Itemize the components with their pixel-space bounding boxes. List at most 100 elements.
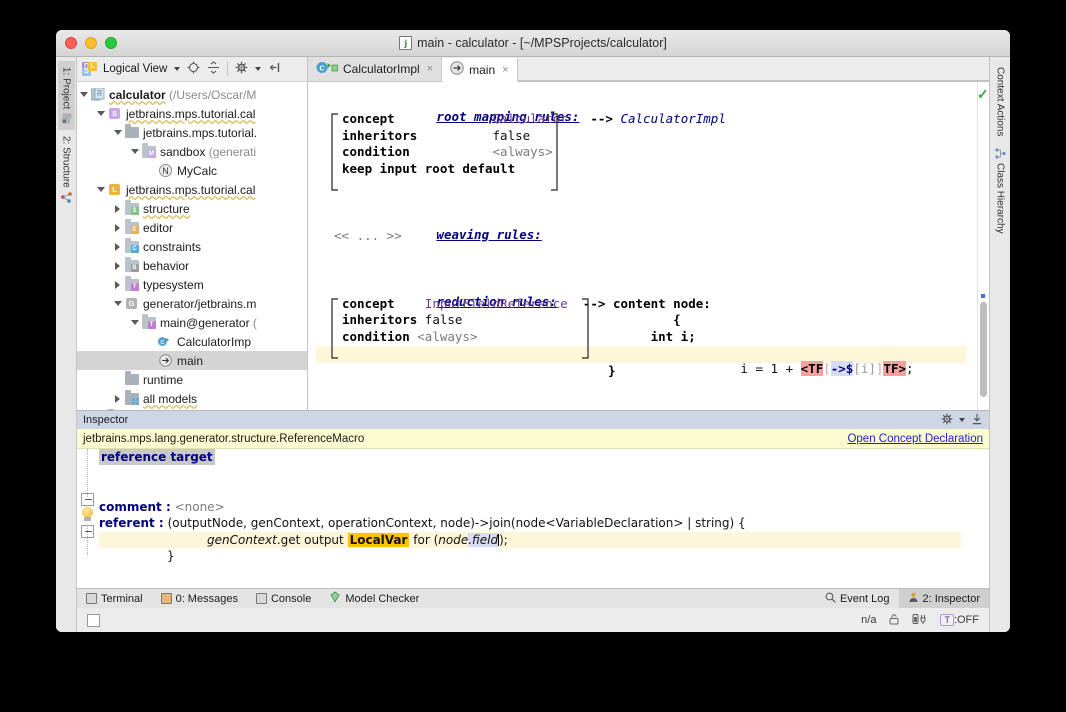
macro-reference[interactable]: ->$	[831, 361, 854, 376]
status-left-box[interactable]	[87, 614, 100, 627]
editor-canvas[interactable]: root mapping rules: concept Calculat	[308, 82, 989, 410]
comment-value[interactable]: <none>	[175, 500, 225, 514]
tab-close-icon[interactable]: ×	[502, 64, 508, 76]
chevron-right-icon[interactable]	[115, 224, 120, 232]
open-concept-declaration-link[interactable]: Open Concept Declaration	[847, 433, 983, 445]
hide-icon[interactable]	[268, 61, 281, 77]
editor-right-gutter[interactable]: ✓	[977, 82, 989, 410]
editor-text[interactable]: root mapping rules: concept Calculat	[308, 82, 977, 410]
body-declaration[interactable]: int i;	[651, 329, 696, 344]
sidebar-item-project[interactable]: 1: Project	[58, 61, 75, 130]
tab-calculatorimpl[interactable]: C CalculatorImpl ×	[308, 57, 442, 81]
gutter-marker[interactable]	[981, 294, 985, 298]
chevron-down-icon[interactable]	[131, 149, 139, 154]
node-token[interactable]: node	[438, 533, 468, 547]
chevron-right-icon[interactable]	[115, 281, 120, 289]
inspector-code[interactable]: reference target comment : <none> refere…	[99, 449, 989, 565]
status-encoding[interactable]: n/a	[861, 614, 876, 626]
view-selector-label[interactable]: Logical View	[103, 63, 167, 75]
chevron-right-icon[interactable]	[115, 243, 120, 251]
tree-item-jetbrains-mps-tutorial-cal[interactable]: Ljetbrains.mps.tutorial.cal	[77, 180, 307, 199]
tree-twisty[interactable]	[94, 111, 107, 116]
keep-input-label[interactable]: keep input root default	[342, 161, 515, 176]
settings-icon[interactable]	[235, 61, 248, 77]
tree-item-generator-jetbrains-m[interactable]: Ggenerator/jetbrains.m	[77, 294, 307, 313]
tree-twisty[interactable]	[128, 149, 141, 154]
macro-close-tag[interactable]: TF>	[883, 361, 906, 376]
tree-item-jetbrains-mps-tutorial-cal[interactable]: Sjetbrains.mps.tutorial.cal	[77, 104, 307, 123]
power-plug-icon[interactable]	[912, 613, 928, 628]
tree-item-main[interactable]: main	[77, 351, 307, 370]
sidebar-item-structure[interactable]: 2: Structure	[58, 130, 75, 209]
hide-icon[interactable]	[971, 413, 983, 428]
inheritors-value[interactable]: false	[425, 312, 463, 327]
t-key-badge[interactable]: T	[940, 614, 954, 626]
target-value[interactable]: content node:	[613, 296, 711, 311]
tree-twisty[interactable]	[77, 92, 90, 97]
gear-icon[interactable]	[941, 413, 953, 428]
analysis-status-ok-icon[interactable]: ✓	[977, 86, 989, 103]
condition-value[interactable]: <always>	[493, 144, 553, 159]
chevron-right-icon[interactable]	[115, 262, 120, 270]
chevron-right-icon[interactable]	[115, 205, 120, 213]
tree-twisty[interactable]	[111, 224, 124, 232]
tree-item-runtime[interactable]: runtime	[77, 370, 307, 389]
condition-value[interactable]: <always>	[417, 329, 477, 344]
chevron-down-icon[interactable]	[131, 320, 139, 325]
tree-twisty[interactable]	[111, 301, 124, 306]
weaving-placeholder[interactable]: << ... >>	[334, 228, 402, 243]
reference-target-label[interactable]: reference target	[99, 449, 215, 465]
sidebar-item-context-actions[interactable]: Context Actions	[992, 61, 1009, 142]
settings-chevron-icon[interactable]	[255, 67, 261, 71]
gencontext-token[interactable]: genContext	[207, 533, 277, 547]
tool-button-console[interactable]: Console	[247, 589, 320, 608]
inspector-editor[interactable]: reference target comment : <none> refere…	[77, 449, 989, 588]
macro-index[interactable]: [i]	[853, 361, 876, 376]
tool-button-messages[interactable]: 0: Messages	[152, 589, 247, 608]
target-value[interactable]: CalculatorImpl	[620, 111, 725, 126]
inspector-highlighted-row[interactable]: genContext.get output LocalVar for (node…	[99, 532, 961, 549]
sidebar-item-class-hierarchy[interactable]: Class Hierarchy	[992, 142, 1009, 240]
referent-signature[interactable]: (outputNode, genContext, operationContex…	[168, 516, 746, 530]
tree-item-jetbrains-mps-tutorial-[interactable]: jetbrains.mps.tutorial.	[77, 123, 307, 142]
tree-twisty[interactable]	[111, 262, 124, 270]
localvar-highlight[interactable]: LocalVar	[348, 533, 410, 547]
chevron-down-icon[interactable]	[174, 67, 180, 71]
chevron-down-icon[interactable]	[80, 92, 88, 97]
inheritors-value[interactable]: false	[493, 128, 531, 143]
chevron-down-icon[interactable]	[114, 130, 122, 135]
intention-bulb-icon[interactable]	[82, 507, 94, 521]
tool-button-terminal[interactable]: Terminal	[77, 589, 152, 608]
tree-twisty[interactable]	[111, 205, 124, 213]
unlock-icon[interactable]	[888, 613, 900, 628]
tree-twisty[interactable]	[111, 243, 124, 251]
concept-value[interactable]: InputFieldReference	[425, 296, 568, 311]
tree-item-mycalc[interactable]: NMyCalc	[77, 161, 307, 180]
tree-item-main-generator[interactable]: Tmain@generator (	[77, 313, 307, 332]
tree-item-modules-pool[interactable]: Modules Pool	[77, 408, 307, 410]
tree-twisty[interactable]	[94, 187, 107, 192]
tab-main[interactable]: main ×	[442, 58, 517, 82]
highlighted-code-line[interactable]: i = 1 + <TF[->$[i]]TF>;	[316, 346, 966, 363]
locate-icon[interactable]	[187, 61, 200, 77]
macro-open-tag[interactable]: <TF	[801, 361, 824, 376]
tree-twisty[interactable]	[111, 130, 124, 135]
chevron-down-icon[interactable]	[97, 187, 105, 192]
project-tree[interactable]: calculator (/Users/Oscar/MSjetbrains.mps…	[77, 82, 307, 410]
tool-button-model-checker[interactable]: Model Checker	[320, 589, 428, 608]
tree-item-structure[interactable]: Sstructure	[77, 199, 307, 218]
t-key-value[interactable]: :OFF	[954, 614, 979, 626]
chevron-down-icon[interactable]	[97, 111, 105, 116]
collapse-all-icon[interactable]	[207, 61, 220, 77]
tool-button-inspector[interactable]: 2: Inspector	[899, 589, 989, 608]
tab-close-icon[interactable]: ×	[427, 63, 433, 75]
field-token[interactable]: .field	[468, 533, 498, 547]
editor-vertical-scrollbar[interactable]	[980, 302, 987, 397]
tree-item-constraints[interactable]: Cconstraints	[77, 237, 307, 256]
tree-item-editor[interactable]: Eeditor	[77, 218, 307, 237]
tree-item-behavior[interactable]: Bbehavior	[77, 256, 307, 275]
tree-item-all-models[interactable]: all models	[77, 389, 307, 408]
tree-item-typesystem[interactable]: Ttypesystem	[77, 275, 307, 294]
chevron-right-icon[interactable]	[115, 395, 120, 403]
tree-twisty[interactable]	[111, 281, 124, 289]
